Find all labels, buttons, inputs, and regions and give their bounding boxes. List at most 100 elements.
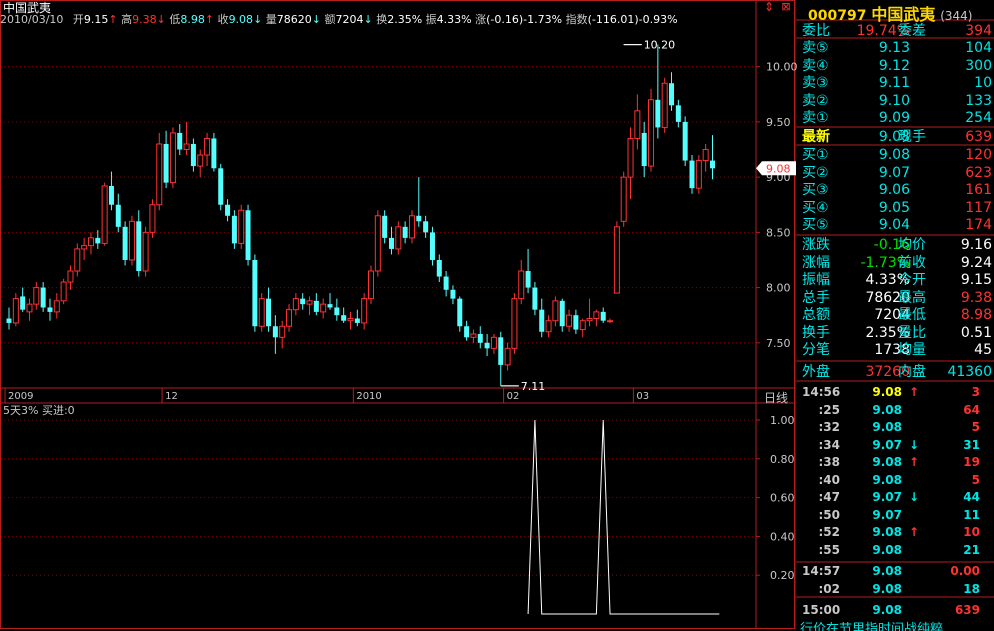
stat-right-value: 9.38 bbox=[960, 289, 992, 306]
candle-body-down bbox=[334, 307, 340, 316]
stat-right-label: 前收 bbox=[898, 254, 926, 271]
indicator-tick-label: 0.20 bbox=[770, 569, 795, 582]
info-open-value: 9.15 bbox=[83, 13, 109, 26]
tick-volume: 21 bbox=[963, 542, 980, 557]
candle-body-down bbox=[6, 318, 12, 323]
candle-body-down bbox=[245, 210, 251, 260]
chart-close-icon[interactable]: ⊠ bbox=[778, 0, 794, 14]
candle-body-down bbox=[443, 276, 449, 290]
stat-left-label: 涨幅 bbox=[802, 254, 830, 271]
candle-body-up bbox=[197, 154, 204, 167]
stat-right-label: 最低 bbox=[898, 307, 926, 323]
sell-row: 卖④ 9.12 300 bbox=[800, 57, 994, 75]
buy-row: 买⑤ 9.04 174 bbox=[800, 216, 994, 234]
stat-right-value: 9.16 bbox=[960, 237, 992, 253]
sell-level-label: 卖⑤ bbox=[802, 40, 829, 56]
sell-volume: 254 bbox=[965, 110, 992, 126]
weicha-label: 委差 bbox=[898, 23, 926, 39]
candle-body-down bbox=[20, 296, 26, 310]
candle-body-down bbox=[272, 326, 278, 338]
stat-right-label: 均量 bbox=[898, 342, 926, 358]
tick-time: :34 bbox=[818, 437, 841, 452]
info-amt-value: 7204 bbox=[335, 13, 364, 26]
candle-body-down bbox=[402, 226, 408, 238]
info-open-label: 开 bbox=[72, 13, 84, 26]
info-low-value: 8.98 bbox=[180, 13, 205, 26]
tick-time: :52 bbox=[818, 525, 841, 539]
candlestick-series bbox=[6, 44, 715, 386]
tick-volume: 18 bbox=[963, 581, 980, 596]
buy-level-label: 买① bbox=[802, 147, 829, 163]
sell-row: 卖③ 9.11 10 bbox=[800, 74, 994, 92]
tick-price: 9.08 bbox=[872, 385, 902, 399]
webi-label: 委比 bbox=[802, 23, 830, 39]
timeframe-label[interactable]: 日线 bbox=[764, 389, 788, 406]
date-tick-label: 02 bbox=[507, 391, 520, 402]
sell-row: 卖⑤ 9.13 104 bbox=[800, 39, 994, 57]
candle-body-down bbox=[190, 143, 196, 167]
chart-scroll-arrows-icon[interactable]: ⇕ bbox=[760, 0, 778, 14]
buy-volume: 161 bbox=[965, 182, 992, 198]
info-high-label: 高 bbox=[121, 13, 133, 26]
candle-body-up bbox=[395, 226, 402, 250]
candle-body-up bbox=[149, 204, 156, 233]
candle-body-down bbox=[689, 160, 695, 189]
candle-body-up bbox=[156, 143, 163, 206]
stat-right-value: 9.15 bbox=[960, 272, 992, 288]
candle-body-up bbox=[12, 298, 19, 324]
candle-body-up bbox=[367, 270, 374, 300]
tick-price: 9.08 bbox=[872, 472, 902, 487]
sell-price: 9.09 bbox=[878, 110, 910, 126]
candle-body-down bbox=[300, 298, 306, 305]
candle-body-up bbox=[579, 320, 586, 331]
candle-body-down bbox=[47, 307, 53, 312]
candle-body-down bbox=[423, 221, 429, 233]
stat-left-label: 振幅 bbox=[802, 272, 830, 288]
info-close-arrow: ↓ bbox=[253, 13, 263, 26]
candle-body-up bbox=[286, 309, 293, 327]
info-close-label: 收 bbox=[217, 13, 229, 26]
candle-body-up bbox=[238, 209, 245, 244]
buy-level-label: 买② bbox=[802, 164, 829, 181]
candle-body-down bbox=[477, 333, 483, 343]
tick-row: :25 9.08 64 bbox=[800, 401, 994, 419]
tick-row: 14:57 9.08 0.00 bbox=[800, 562, 994, 580]
candle-body-up bbox=[607, 320, 614, 323]
tick-price: 9.08 bbox=[872, 581, 902, 596]
waipan-label: 外盘 bbox=[802, 364, 830, 380]
date-tick-label: 2010 bbox=[356, 391, 381, 402]
candle-body-up bbox=[627, 137, 634, 178]
buy-price: 9.04 bbox=[878, 217, 910, 233]
candle-body-down bbox=[177, 132, 183, 150]
candle-body-up bbox=[169, 132, 176, 184]
candle-body-down bbox=[682, 121, 688, 161]
candle-body-up bbox=[695, 160, 702, 189]
candle-body-up bbox=[347, 318, 354, 322]
info-amt-arrow: ↓ bbox=[363, 13, 373, 26]
candle-body-up bbox=[320, 303, 327, 313]
tick-arrow-icon: ↑ bbox=[908, 525, 920, 539]
candle-body-up bbox=[490, 336, 497, 349]
indicator-series bbox=[527, 419, 720, 615]
indicator-tick-label: 0.80 bbox=[770, 453, 795, 466]
candle-body-down bbox=[327, 304, 333, 308]
tick-price: 9.08 bbox=[872, 455, 902, 469]
tick-row: :47 9.07 ↓ 44 bbox=[800, 488, 994, 506]
candle-body-down bbox=[675, 105, 681, 122]
tick-time: 14:56 bbox=[802, 385, 841, 399]
sell-volume: 10 bbox=[974, 75, 992, 91]
buy-price: 9.08 bbox=[878, 147, 910, 163]
info-bar: 2010/03/10 开9.15↑ 高9.38↓ 低8.98↑ 收9.08↓ 量… bbox=[0, 12, 678, 28]
candle-body-down bbox=[600, 311, 606, 321]
candle-body-up bbox=[292, 298, 299, 311]
indicator-label: 5天3% 买进:0 bbox=[3, 404, 75, 417]
candle-body-down bbox=[655, 99, 661, 128]
bottom-strip: 行价在节里指时间战纯粹 bbox=[800, 622, 944, 631]
neipan-value: 41360 bbox=[947, 364, 992, 380]
stat-right-value: 9.24 bbox=[960, 254, 992, 271]
tick-row: 15:00 9.08 639 bbox=[800, 601, 994, 619]
candle-body-down bbox=[341, 315, 347, 321]
price-tick-label: 8.50 bbox=[766, 226, 791, 239]
candle-body-up bbox=[67, 270, 74, 283]
info-open-arrow: ↑ bbox=[108, 13, 118, 26]
